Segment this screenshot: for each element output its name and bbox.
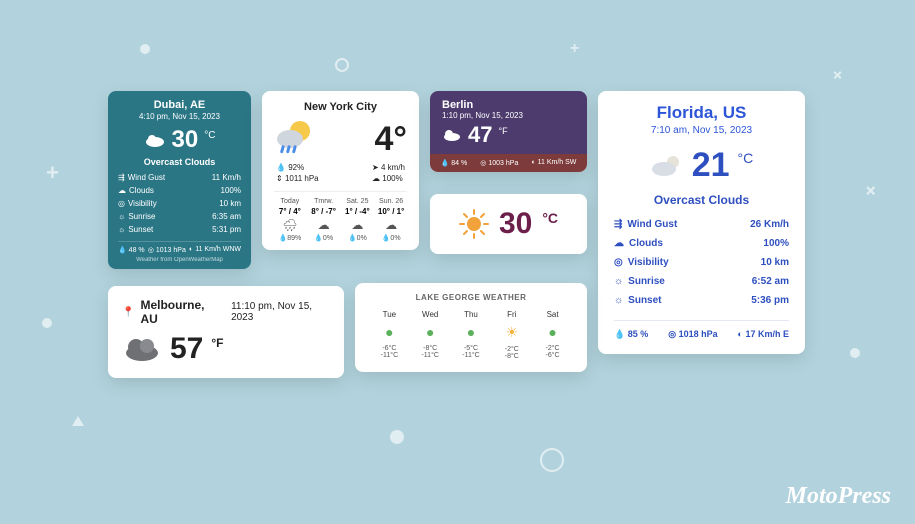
pin-icon: 📍 [122,307,134,318]
temperature-value: 4° [374,120,407,159]
cloud-icon: ☁ [118,186,126,195]
wind-icon: ◐ [189,246,193,253]
humidity-icon: 💧 [118,247,127,254]
eye-icon: ◎ [614,257,623,268]
temperature-value: 47 [468,122,492,148]
cloud-icon: ☁ [372,174,380,183]
datetime-label: 11:10 pm, Nov 15, 2023 [231,301,330,323]
forecast-row: Today7° / 4°🌧💧89% Tmrw.8° / -7°☁💧0% Sat.… [274,191,407,242]
sunrise-icon: ☼ [118,212,125,221]
weather-card-dubai: Dubai, AE 4:10 pm, Nov 15, 2023 30 °C Ov… [108,91,251,269]
rain-icon: 🌧 [274,218,306,232]
brand-logo: MotoPress [786,483,891,510]
temperature-unit: °C [738,150,754,166]
cloud-icon: ● [451,324,492,340]
sunset-icon: ☼ [118,225,125,234]
temperature-unit: °C [542,210,558,226]
temperature-unit: °C [204,130,215,141]
temperature-unit: °F [211,336,223,350]
humidity-icon: 💧 [441,160,450,167]
cloud-icon: ● [532,324,573,340]
weather-card-berlin: Berlin 1:10 pm, Nov 15, 2023 47 °F 💧 84 … [430,91,587,172]
widget-title: LAKE GEORGE WEATHER [369,293,573,302]
weather-card-simple: 30 °C [430,194,587,254]
location-title: Melbourne, AU [140,298,219,326]
temperature-value: 30 [499,207,532,241]
sun-icon: ☀ [491,324,532,341]
cloud-icon: ☁ [342,218,374,232]
datetime-label: 7:10 am, Nov 15, 2023 [614,125,789,136]
datetime-label: 4:10 pm, Nov 15, 2023 [118,112,241,121]
weather-card-florida: Florida, US 7:10 am, Nov 15, 2023 21 °C … [598,91,805,354]
cloud-icon [122,335,162,363]
wind-icon: ⇶ [118,173,125,182]
temperature-value: 21 [692,146,730,185]
pressure-icon: ⇕ [276,174,283,183]
cloud-icon: ☁ [308,218,340,232]
stats-list: ⇶Wind Gust11 Km/h ☁Clouds100% ◎Visibilit… [118,171,241,236]
sun-icon [459,209,489,239]
humidity-icon: 💧 [614,329,625,339]
temperature-unit: °F [498,126,507,136]
condition-label: Overcast Clouds [614,193,789,207]
eye-icon: ◎ [118,199,125,208]
wind-icon: ◐ [738,329,743,339]
temperature-value: 30 [172,126,199,154]
humidity-icon: 💧 [276,163,286,172]
cloud-icon: ● [410,324,451,340]
location-title: Florida, US [614,103,789,123]
attribution-label: Weather from OpenWeatherMap [118,257,241,263]
weather-card-lakegeorge: LAKE GEORGE WEATHER Tue●-6°C-11°C Wed●-8… [355,283,587,372]
cloud-icon [442,128,462,142]
cloud-icon [144,132,166,148]
pressure-icon: ◎ [668,329,676,339]
weather-card-melbourne: 📍 Melbourne, AU 11:10 pm, Nov 15, 2023 5… [108,286,344,378]
stats-list: ⇶Wind Gust26 Km/h ☁Clouds100% ◎Visibilit… [614,215,789,310]
condition-label: Overcast Clouds [118,157,241,167]
cloud-icon: ☁ [375,218,407,232]
rain-moon-icon [274,119,318,159]
wind-icon: ➤ [372,163,379,172]
location-title: Berlin [442,99,575,111]
datetime-label: 1:10 pm, Nov 15, 2023 [442,111,575,120]
sunset-icon: ☼ [614,295,623,306]
location-title: New York City [274,101,407,113]
weather-card-newyork: New York City 4° 💧 92% ⇕ 1011 hPa ➤ 4 km… [262,91,419,250]
cloud-icon: ☁ [614,238,624,249]
temperature-value: 57 [170,332,203,366]
wind-icon: ⇶ [614,219,622,230]
cloud-moon-icon [650,153,684,179]
cloud-icon: ● [369,324,410,340]
wind-icon: ◐ [531,159,535,166]
location-title: Dubai, AE [118,99,241,111]
forecast-row: Tue●-6°C-11°C Wed●-8°C-11°C Thu●-5°C-11°… [369,310,573,360]
sunrise-icon: ☼ [614,276,623,287]
pressure-icon: ◎ [148,247,154,254]
pressure-icon: ◎ [480,160,486,167]
